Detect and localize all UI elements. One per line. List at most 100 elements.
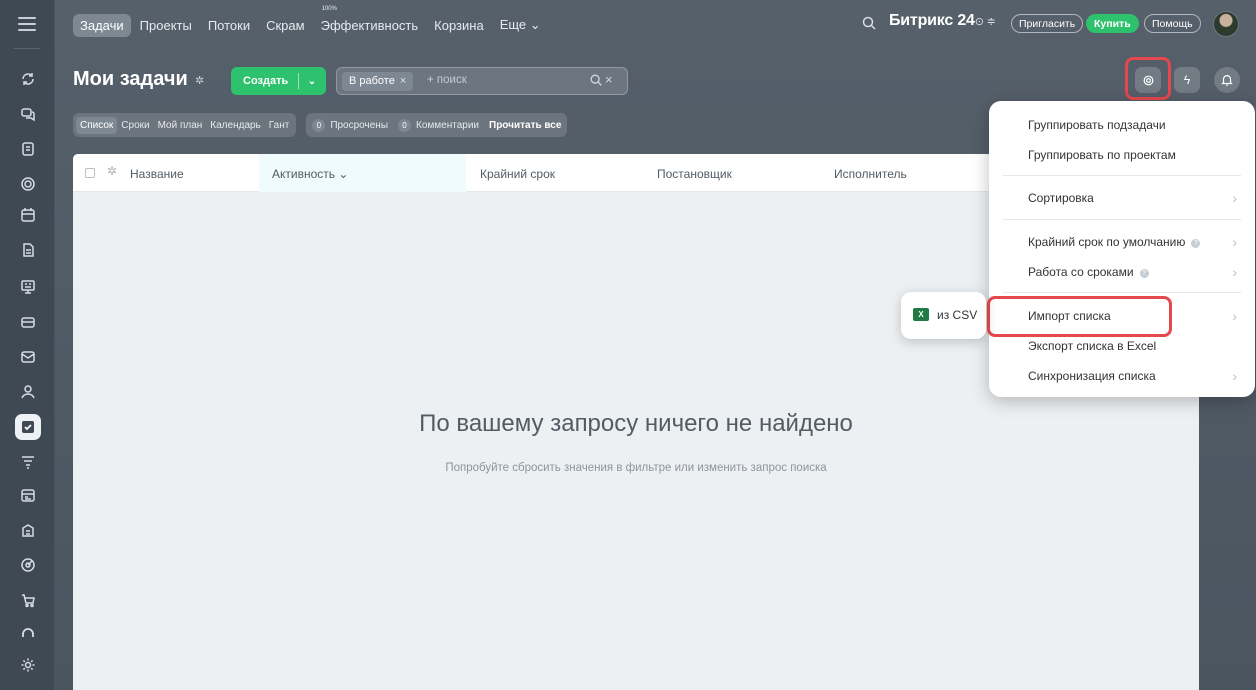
tab-my-plan[interactable]: Мой план xyxy=(154,117,207,134)
import-submenu[interactable]: X из CSV xyxy=(901,292,986,339)
menu-item-label: Экспорт списка в Excel xyxy=(1028,339,1157,353)
tab-deadlines[interactable]: Сроки xyxy=(117,117,153,134)
nav-tasks[interactable]: Задачи xyxy=(73,13,131,37)
nav-more[interactable]: Еще ⌄ xyxy=(493,13,548,37)
pin-icon[interactable]: ✲ xyxy=(195,74,207,87)
menu-item-label: Сортировка xyxy=(1028,191,1094,205)
import-highlight-frame xyxy=(987,296,1172,337)
bell-icon xyxy=(1221,75,1233,86)
menu-sync-list[interactable]: Синхронизация списка › xyxy=(989,362,1255,390)
feed-icon[interactable] xyxy=(15,136,41,162)
building-icon[interactable] xyxy=(15,517,41,543)
buy-button[interactable]: Купить xyxy=(1086,14,1139,33)
search-icon[interactable] xyxy=(861,15,877,31)
import-csv-option[interactable]: из CSV xyxy=(937,308,977,322)
col-creator[interactable]: Постановщик xyxy=(657,167,732,181)
card-icon[interactable] xyxy=(15,309,41,335)
menu-group-projects[interactable]: Группировать по проектам xyxy=(989,141,1255,169)
invite-button[interactable]: Пригласить xyxy=(1011,14,1084,33)
chevron-right-icon: › xyxy=(1232,308,1237,324)
settings-menu: Группировать подзадачи Группировать по п… xyxy=(989,101,1255,397)
help-icon[interactable]: ? xyxy=(1139,269,1149,278)
menu-sorting[interactable]: Сортировка › xyxy=(989,184,1255,212)
empty-state-subtitle: Попробуйте сбросить значения в фильтре и… xyxy=(445,462,827,474)
help-button[interactable]: Помощь xyxy=(1144,14,1201,33)
chevron-right-icon: › xyxy=(1232,190,1237,206)
tab-gantt[interactable]: Гант xyxy=(265,117,294,134)
notifications-button[interactable] xyxy=(1214,67,1240,93)
nav-projects[interactable]: Проекты xyxy=(133,14,199,37)
calendar-icon[interactable] xyxy=(15,202,41,228)
lightning-icon: ϟ xyxy=(1183,73,1191,87)
menu-item-label: Синхронизация списка xyxy=(1028,369,1156,383)
comments-counter[interactable]: 0 Комментарии xyxy=(398,118,479,132)
col-name[interactable]: Название xyxy=(130,167,184,181)
filter-chip-label: В работе xyxy=(349,75,395,87)
tasks-icon[interactable] xyxy=(15,414,41,440)
help-icon[interactable]: ? xyxy=(1191,239,1201,248)
menu-group-subtasks[interactable]: Группировать подзадачи xyxy=(989,111,1255,139)
filter-search-icon[interactable] xyxy=(589,73,603,87)
chevron-down-icon[interactable]: ⌄ xyxy=(299,76,325,87)
view-tabs: Список Сроки Мой план Календарь Гант xyxy=(73,113,297,137)
arch-icon[interactable] xyxy=(15,620,41,646)
tab-list[interactable]: Список xyxy=(76,116,118,134)
chevron-right-icon: › xyxy=(1232,368,1237,384)
chip-close-icon[interactable]: × xyxy=(400,75,406,87)
view-switcher: Список Сроки Мой план Календарь Гант 0 П… xyxy=(73,113,568,137)
menu-item-label: Группировать подзадачи xyxy=(1028,118,1166,132)
create-button-label: Создать xyxy=(243,75,289,87)
gear-highlight-frame xyxy=(1125,57,1171,100)
nav-efficiency[interactable]: 100% Эффективность xyxy=(314,6,426,37)
left-sidebar xyxy=(0,0,55,690)
menu-divider xyxy=(1003,292,1241,293)
menu-item-label: Работа со сроками xyxy=(1028,265,1134,279)
top-bar: Задачи Проекты Потоки Скрам 100% Эффекти… xyxy=(55,0,1256,48)
settings-icon[interactable] xyxy=(15,652,41,678)
user-avatar[interactable] xyxy=(1213,11,1239,37)
select-all-checkbox[interactable] xyxy=(85,168,95,178)
brand-logo: Битрикс 24⊙ ≑ xyxy=(889,12,996,30)
overdue-counter[interactable]: 0 Просрочены xyxy=(312,118,388,132)
cart-icon[interactable] xyxy=(15,587,41,613)
nav-trash[interactable]: Корзина xyxy=(427,14,491,37)
sync-icon[interactable] xyxy=(15,66,41,92)
chat-icon[interactable] xyxy=(15,101,41,127)
top-nav: Задачи Проекты Потоки Скрам 100% Эффекти… xyxy=(73,6,550,37)
menu-divider xyxy=(1003,175,1241,176)
menu-burger-icon[interactable] xyxy=(18,17,36,31)
target-icon[interactable] xyxy=(15,171,41,197)
brand-suffix: ⊙ ≑ xyxy=(974,16,996,28)
goal-icon[interactable] xyxy=(15,552,41,578)
document-icon[interactable] xyxy=(15,237,41,263)
efficiency-badge: 100% xyxy=(321,5,337,12)
filter-search-box[interactable]: В работе × + поиск × xyxy=(336,67,628,95)
automation-button[interactable]: ϟ xyxy=(1174,67,1200,93)
col-deadline[interactable]: Крайний срок xyxy=(480,167,555,181)
menu-item-label: Группировать по проектам xyxy=(1028,148,1176,162)
menu-item-label: Крайний срок по умолчанию xyxy=(1028,235,1186,249)
filter-icon[interactable] xyxy=(15,449,41,475)
nav-scrum[interactable]: Скрам xyxy=(259,14,311,37)
column-settings-icon[interactable]: ✲ xyxy=(107,164,117,178)
filter-chip[interactable]: В работе × xyxy=(342,72,414,91)
menu-default-deadline[interactable]: Крайний срок по умолчанию? › xyxy=(989,228,1255,256)
menu-deadline-settings[interactable]: Работа со сроками? › xyxy=(989,258,1255,286)
sidebar-divider xyxy=(14,48,40,49)
clear-filter-icon[interactable]: × xyxy=(605,72,613,87)
brand-name: Битрикс 24 xyxy=(889,12,975,29)
col-responsible[interactable]: Исполнитель xyxy=(834,167,907,181)
create-button[interactable]: Создать ⌄ xyxy=(231,67,326,95)
empty-state-title: По вашему запросу ничего не найдено xyxy=(419,410,853,437)
menu-divider xyxy=(1003,219,1241,220)
chevron-right-icon: › xyxy=(1232,234,1237,250)
contacts-icon[interactable] xyxy=(15,379,41,405)
tab-calendar[interactable]: Календарь xyxy=(206,117,264,134)
col-activity[interactable]: Активность ⌄ xyxy=(272,167,348,181)
search-input[interactable]: + поиск xyxy=(427,74,467,86)
mail-icon[interactable] xyxy=(15,344,41,370)
nav-flows[interactable]: Потоки xyxy=(201,14,257,37)
board-icon[interactable] xyxy=(15,274,41,300)
read-all-button[interactable]: Прочитать все xyxy=(489,120,561,131)
shift-calendar-icon[interactable] xyxy=(15,482,41,508)
